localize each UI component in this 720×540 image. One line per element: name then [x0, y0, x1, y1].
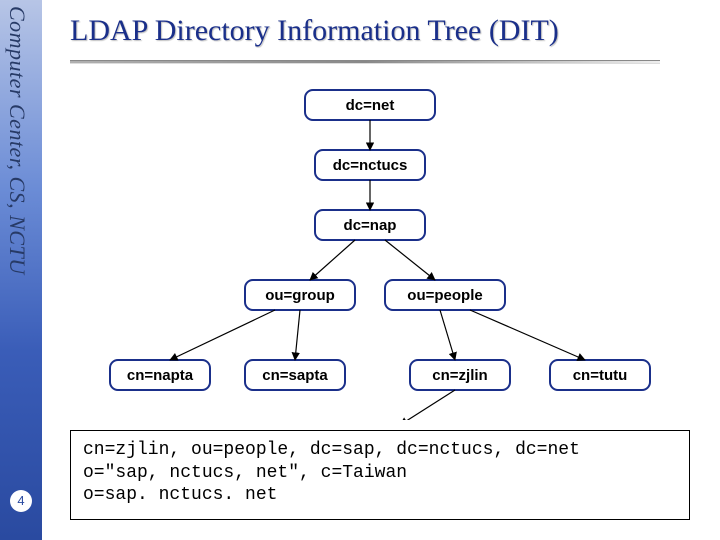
edge: [385, 240, 435, 280]
edge: [470, 310, 585, 360]
node-label: dc=nap: [344, 217, 397, 234]
dit-diagram: dc=net dc=nctucs dc=nap ou=group ou=peop…: [50, 80, 690, 420]
slide: Computer Center, CS, NCTU 4 LDAP Directo…: [0, 0, 720, 540]
title-underline: [70, 60, 660, 64]
edge: [170, 310, 275, 360]
node-label: cn=napta: [127, 367, 194, 384]
slide-title: LDAP Directory Information Tree (DIT): [70, 14, 559, 48]
node-label: ou=group: [265, 287, 335, 304]
page-number: 4: [10, 490, 32, 512]
dn-line-1: cn=zjlin, ou=people, dc=sap, dc=nctucs, …: [83, 440, 580, 460]
node-label: cn=tutu: [573, 367, 628, 384]
node-dc-nap: dc=nap: [315, 210, 425, 240]
dn-line-2: o="sap, nctucs, net", c=Taiwan: [83, 463, 407, 483]
sidebar-label: Computer Center, CS, NCTU: [4, 6, 30, 275]
node-cn-napta: cn=napta: [110, 360, 210, 390]
node-ou-group: ou=group: [245, 280, 355, 310]
edge: [310, 240, 355, 280]
node-label: ou=people: [407, 287, 482, 304]
edge: [440, 310, 455, 360]
node-cn-zjlin: cn=zjlin: [410, 360, 510, 390]
node-cn-sapta: cn=sapta: [245, 360, 345, 390]
node-dc-net: dc=net: [305, 90, 435, 120]
node-label: cn=zjlin: [432, 367, 487, 384]
dn-line-3: o=sap. nctucs. net: [83, 485, 277, 505]
node-label: cn=sapta: [262, 367, 328, 384]
node-ou-people: ou=people: [385, 280, 505, 310]
edge-to-dn: [400, 390, 455, 420]
node-label: dc=nctucs: [333, 157, 408, 174]
sidebar: Computer Center, CS, NCTU 4: [0, 0, 42, 540]
node-dc-nctucs: dc=nctucs: [315, 150, 425, 180]
dn-example-box: cn=zjlin, ou=people, dc=sap, dc=nctucs, …: [70, 430, 690, 520]
node-label: dc=net: [346, 97, 395, 114]
node-cn-tutu: cn=tutu: [550, 360, 650, 390]
edge: [295, 310, 300, 360]
